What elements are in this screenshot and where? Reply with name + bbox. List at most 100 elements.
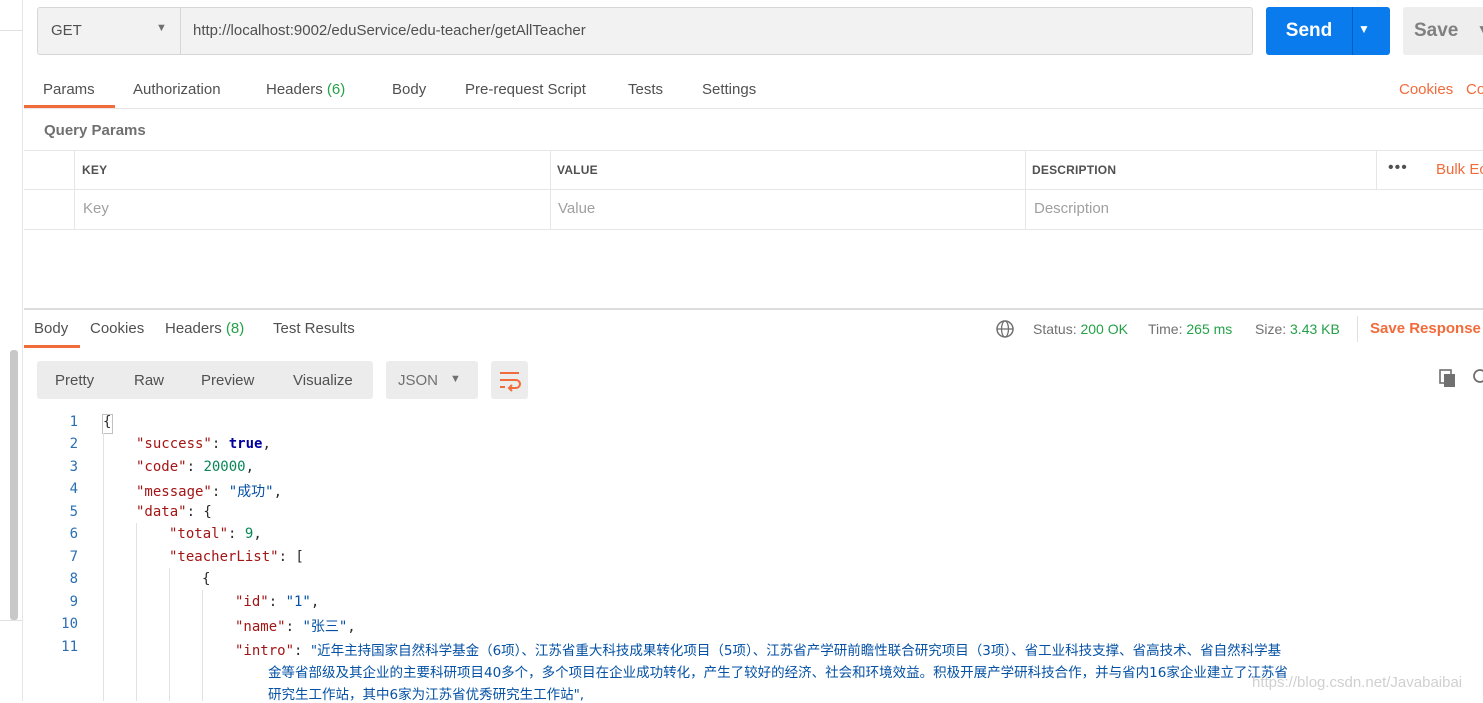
response-tab-headers[interactable]: Headers (8)	[165, 320, 244, 337]
code-line: "code": 20000,	[136, 459, 255, 475]
tab-count: (8)	[225, 320, 245, 337]
size-label: Size:	[1255, 321, 1287, 337]
tab-label: Authorization	[133, 81, 221, 98]
method-select[interactable]: GET ▼	[37, 7, 181, 55]
status-label: Status:	[1033, 321, 1077, 337]
json-key: "success"	[136, 436, 212, 452]
response-tab-test-results[interactable]: Test Results	[273, 320, 355, 337]
value-column-header: VALUE	[557, 163, 598, 177]
sidebar-divider	[0, 30, 22, 31]
line-number: 8	[69, 571, 78, 587]
save-response-button[interactable]: Save Response	[1370, 320, 1481, 337]
save-button[interactable]: Save ▼	[1403, 7, 1483, 55]
value-input[interactable]: Value	[558, 200, 595, 217]
view-raw[interactable]: Raw	[134, 372, 164, 389]
active-tab-indicator	[24, 105, 115, 108]
key-input[interactable]: Key	[83, 200, 109, 217]
tab-label: Cookies	[90, 320, 145, 337]
json-punctuation: : [	[278, 549, 304, 565]
format-label: JSON	[398, 372, 439, 389]
response-tab-body[interactable]: Body	[34, 320, 68, 337]
format-select[interactable]: JSON ▼	[386, 361, 478, 399]
row-divider	[24, 189, 1483, 190]
response-tab-cookies[interactable]: Cookies	[90, 320, 144, 337]
code-line: "teacherList": [	[169, 549, 304, 565]
tab-pre-request-script[interactable]: Pre-request Script	[465, 81, 586, 98]
key-column-header: KEY	[82, 163, 108, 177]
tab-label: Params	[43, 81, 95, 98]
tab-label: Body	[34, 320, 69, 337]
cookies-link[interactable]: Cookies	[1399, 81, 1453, 98]
view-visualize[interactable]: Visualize	[293, 372, 353, 389]
view-pretty[interactable]: Pretty	[55, 372, 94, 389]
send-options-chevron-icon[interactable]: ▼	[1358, 22, 1370, 36]
code-line: "id": "1",	[235, 594, 320, 610]
json-key: "teacherList"	[169, 549, 279, 565]
tab-label: Headers	[165, 320, 222, 337]
column-divider	[1376, 151, 1377, 189]
tab-tests[interactable]: Tests	[628, 81, 663, 98]
json-key: "intro"	[235, 643, 295, 659]
tab-label: Tests	[628, 81, 664, 98]
save-options-chevron-icon[interactable]: ▼	[1477, 22, 1483, 36]
wrap-lines-button[interactable]	[491, 361, 528, 399]
sidebar-divider	[0, 620, 22, 621]
line-number: 3	[69, 459, 78, 475]
tab-label: Settings	[702, 81, 757, 98]
tab-authorization[interactable]: Authorization	[133, 81, 221, 98]
tab-headers[interactable]: Headers (6)	[266, 81, 345, 98]
line-number: 11	[61, 639, 78, 655]
query-params-title: Query Params	[44, 122, 146, 139]
json-value: "张三"	[302, 619, 348, 635]
send-button[interactable]: Send ▼	[1266, 7, 1390, 55]
tab-body[interactable]: Body	[392, 81, 426, 98]
line-number: 4	[69, 481, 78, 497]
left-sidebar-edge	[0, 0, 23, 701]
line-number: 7	[69, 549, 78, 565]
json-key: "id"	[235, 594, 269, 610]
json-key: "data"	[136, 504, 187, 520]
column-divider	[550, 151, 551, 229]
tab-label: Body	[392, 81, 427, 98]
code-line: "name": "张三",	[235, 619, 356, 635]
code-link[interactable]: Co	[1466, 81, 1483, 98]
description-column-header: DESCRIPTION	[1032, 163, 1117, 177]
json-value: "1"	[285, 594, 311, 610]
view-preview[interactable]: Preview	[201, 372, 254, 389]
sidebar-scrollbar[interactable]	[10, 350, 18, 620]
code-line: {	[202, 571, 211, 587]
tab-count: (6)	[326, 81, 346, 98]
url-text: http://localhost:9002/eduService/edu-tea…	[193, 22, 586, 39]
watermark: https://blog.csdn.net/Javabaibai	[1252, 674, 1463, 691]
query-params-table: KEY VALUE DESCRIPTION ••• Bulk Ec Key Va…	[24, 150, 1483, 230]
more-options-icon[interactable]: •••	[1388, 159, 1408, 177]
response-body-editor[interactable]: 1 2 3 4 5 6 7 8 9 10 11 { "success": tru…	[24, 411, 1483, 703]
tab-params[interactable]: Params	[43, 81, 95, 98]
code-line: "success": true,	[136, 436, 271, 452]
pane-resize-handle[interactable]	[24, 308, 1483, 310]
line-number: 10	[61, 616, 78, 632]
send-label: Send	[1285, 20, 1333, 41]
json-key: "name"	[235, 619, 286, 635]
search-icon[interactable]	[1471, 368, 1483, 388]
tab-settings[interactable]: Settings	[702, 81, 756, 98]
line-number: 6	[69, 526, 78, 542]
save-label: Save	[1414, 20, 1459, 41]
globe-icon[interactable]	[995, 319, 1015, 339]
indent-guide	[202, 590, 203, 701]
status-value: 200 OK	[1080, 321, 1128, 337]
line-number: 2	[69, 436, 78, 452]
json-key: "code"	[136, 459, 187, 475]
bulk-edit-link[interactable]: Bulk Ec	[1436, 161, 1483, 178]
url-input[interactable]: http://localhost:9002/eduService/edu-tea…	[181, 7, 1253, 55]
description-input[interactable]: Description	[1034, 200, 1109, 217]
time-label: Time:	[1148, 321, 1183, 337]
status-indicator[interactable]: Status: 200 OK	[1033, 321, 1128, 337]
copy-icon[interactable]	[1438, 368, 1458, 388]
time-indicator[interactable]: Time: 265 ms	[1148, 321, 1232, 337]
json-value: "成功"	[228, 484, 274, 500]
indent-guide	[136, 523, 137, 701]
code-line: {	[103, 414, 112, 430]
tab-label: Test Results	[273, 320, 355, 337]
size-indicator[interactable]: Size: 3.43 KB	[1255, 321, 1340, 337]
